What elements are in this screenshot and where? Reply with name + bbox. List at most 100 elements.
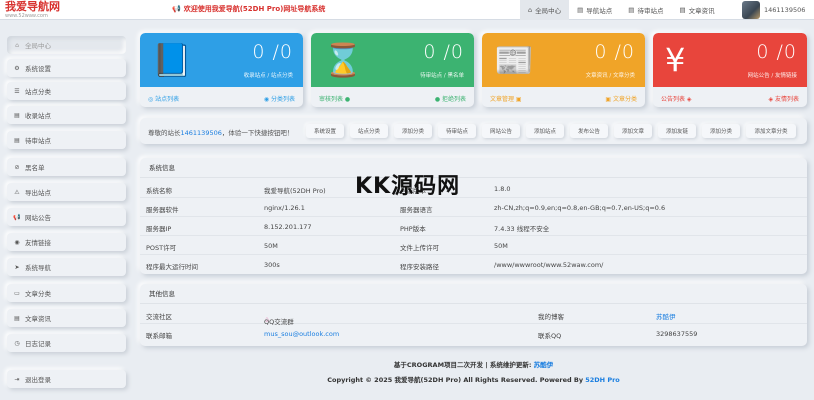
topnav-label: 导航站点 xyxy=(586,7,613,15)
stat-label: 待审站点 / 黑名单 xyxy=(420,73,464,79)
quick-button-categories[interactable]: 站点分类 xyxy=(350,124,388,138)
stat-value: 0 /0 xyxy=(423,41,464,63)
topnav-pending[interactable]: ▤ 待审站点 xyxy=(620,0,671,20)
info-value: 300s xyxy=(264,261,280,269)
info-key: 服务器软件 xyxy=(146,206,179,214)
info-key: 服务器语言 xyxy=(400,206,433,214)
quick-button-add-link[interactable]: 添加友链 xyxy=(658,124,696,138)
table-row: POST许可 50M 文件上传许可 50M xyxy=(140,237,807,255)
topnav-home[interactable]: ⌂ 全局中心 xyxy=(520,0,570,20)
sidebar-item-settings[interactable]: ⚙ 系统设置 xyxy=(7,59,126,77)
sidebar-item-categories[interactable]: ☰ 站点分类 xyxy=(7,82,126,100)
avatar xyxy=(742,1,760,19)
blog-link[interactable]: 苏酷伊 xyxy=(656,311,676,321)
logo[interactable]: 我爱导航网 www.52waw.com xyxy=(5,0,85,20)
sidebar-item-blacklist[interactable]: ⊘ 黑名单 xyxy=(7,158,126,176)
sidebar-item-articles[interactable]: ▤ 文章资讯 xyxy=(7,309,126,327)
sidebar-item-links[interactable]: ◉ 友情链接 xyxy=(7,233,126,251)
quick-button-settings[interactable]: 系统设置 xyxy=(306,124,344,138)
sidebar-item-nav[interactable]: ➤ 系统导航 xyxy=(7,258,126,276)
sidebar-item-export[interactable]: ⚠ 导出站点 xyxy=(7,183,126,201)
watermark: KK源码网 xyxy=(355,174,461,199)
doc-icon: ▤ xyxy=(14,314,20,322)
info-value: nginx/1.26.1 xyxy=(264,204,305,212)
sidebar-item-label: 收录站点 xyxy=(25,112,51,120)
stat-card-sites: 📘 0 /0 收录站点 / 站点分类 ◎ 站点列表 ◉ 分类列表 xyxy=(140,33,303,107)
table-row: 服务器软件 nginx/1.26.1 服务器语言 zh-CN,zh;q=0.9,… xyxy=(140,199,807,217)
sidebar-item-label: 文章资讯 xyxy=(25,315,51,323)
stat-link-right[interactable]: ◈ 友情列表 xyxy=(768,94,799,103)
footer: 基于CROGRAM项目二次开发 | 系统维护更新: 苏酷伊 Copyright … xyxy=(140,358,807,388)
info-key: 联系邮箱 xyxy=(146,332,172,340)
quick-button-add-category-2[interactable]: 添加分类 xyxy=(702,124,740,138)
stat-card-pending: ⌛ 0 /0 待审站点 / 黑名单 审核列表 ● ● 拒绝列表 xyxy=(311,33,474,107)
quick-button-add-category[interactable]: 添加分类 xyxy=(394,124,432,138)
stat-card-articles: 📰 0 /0 文章资讯 / 文章分类 文章管理 ▣ ▣ 文章分类 xyxy=(482,33,645,107)
sidebar-item-label: 友情链接 xyxy=(25,239,51,247)
quick-button-add-article[interactable]: 添加文章 xyxy=(614,124,652,138)
quick-actions-greeting: 尊敬的站长1461139506，体验一下快捷按钮吧！ xyxy=(148,129,294,137)
sidebar-item-logs[interactable]: ◷ 日志记录 xyxy=(7,334,126,352)
sidebar-item-label: 系统设置 xyxy=(25,65,51,73)
info-key: PHP版本 xyxy=(400,225,426,233)
nav-icon: ➤ xyxy=(14,263,20,271)
other-info-panel: 其他信息 交流社区 ♤ QQ交流群 我的博客 苏酷伊 联系邮箱 mus_sou@… xyxy=(140,284,807,346)
sidebar-item-logout[interactable]: ⇥ 退出登录 xyxy=(7,370,126,388)
email-link[interactable]: mus_sou@outlook.com xyxy=(264,330,339,338)
user-menu[interactable]: 1461139506 xyxy=(742,1,805,19)
sidebar-item-sites[interactable]: ▤ 收录站点 xyxy=(7,106,126,124)
newspaper-icon: 📰 xyxy=(494,41,534,79)
info-key: 文件上传许可 xyxy=(400,244,439,252)
home-icon: ⌂ xyxy=(528,6,533,14)
quick-button-post-announcement[interactable]: 发布公告 xyxy=(570,124,608,138)
quick-button-add-article-category[interactable]: 添加文章分类 xyxy=(746,124,796,138)
info-value: /www/wwwroot/www.52waw.com/ xyxy=(494,261,604,269)
folder-icon: ▭ xyxy=(14,289,20,297)
table-row: 交流社区 ♤ QQ交流群 我的博客 苏酷伊 xyxy=(140,306,807,326)
footer-line-1: 基于CROGRAM项目二次开发 | 系统维护更新: 苏酷伊 xyxy=(393,361,554,369)
sidebar-item-label: 日志记录 xyxy=(25,340,51,348)
sidebar-item-announcements[interactable]: 📢 网站公告 xyxy=(7,208,126,226)
info-key: 系统名称 xyxy=(146,187,172,195)
stat-link-right[interactable]: ● 拒绝列表 xyxy=(435,94,466,103)
sidebar-item-pending[interactable]: ▤ 待审站点 xyxy=(7,131,126,149)
doc-icon: ▤ xyxy=(577,6,584,14)
topnav-label: 全局中心 xyxy=(535,7,562,15)
stat-card-footer: 审核列表 ● ● 拒绝列表 xyxy=(311,89,474,107)
stat-value: 0 /0 xyxy=(252,41,293,63)
sidebar-item-article-categories[interactable]: ▭ 文章分类 xyxy=(7,284,126,302)
stat-link-left[interactable]: 审核列表 ● xyxy=(319,94,350,103)
welcome-message: 📢 欢迎使用我爱导航(52DH Pro)网址导航系统 xyxy=(172,4,325,14)
gear-icon: ⚙ xyxy=(14,64,20,72)
info-value: 8.152.201.177 xyxy=(264,223,312,231)
quick-actions-bar: 尊敬的站长1461139506，体验一下快捷按钮吧！ 系统设置 站点分类 添加分… xyxy=(140,118,807,144)
quick-button-announcements[interactable]: 网站公告 xyxy=(482,124,520,138)
stat-link-left[interactable]: 公告列表 ◈ xyxy=(661,94,692,103)
sidebar-item-label: 待审站点 xyxy=(25,137,51,145)
doc-icon: ▤ xyxy=(14,111,20,119)
sidebar-item-label: 全局中心 xyxy=(25,42,51,50)
sidebar-item-label: 站点分类 xyxy=(25,88,51,96)
hourglass-icon: ⌛ xyxy=(323,41,363,79)
footer-powered-link[interactable]: 52DH Pro xyxy=(585,376,620,384)
sidebar-item-label: 导出站点 xyxy=(25,189,51,197)
stat-link-left[interactable]: 文章管理 ▣ xyxy=(490,94,522,103)
quick-button-pending[interactable]: 待审站点 xyxy=(438,124,476,138)
sidebar-item-label: 黑名单 xyxy=(25,164,45,172)
panel-title: 系统信息 xyxy=(140,158,807,178)
topnav-articles[interactable]: ▤ 文章资讯 xyxy=(671,0,722,20)
doc-icon: ▤ xyxy=(628,6,635,14)
table-row: 服务器IP 8.152.201.177 PHP版本 7.4.33 线程不安全 xyxy=(140,218,807,236)
info-key: 程序最大运行时间 xyxy=(146,263,198,271)
sidebar-item-home[interactable]: ⌂ 全局中心 xyxy=(7,36,126,54)
logo-title: 我爱导航网 xyxy=(5,0,60,13)
book-icon: 📘 xyxy=(152,41,192,79)
topnav-sites[interactable]: ▤ 导航站点 xyxy=(569,0,620,20)
stat-link-right[interactable]: ◉ 分类列表 xyxy=(264,94,295,103)
quick-button-add-site[interactable]: 添加站点 xyxy=(526,124,564,138)
info-value: 1.8.0 xyxy=(494,185,511,193)
stat-link-left[interactable]: ◎ 站点列表 xyxy=(148,94,179,103)
stat-link-right[interactable]: ▣ 文章分类 xyxy=(605,94,637,103)
stat-card-footer: 公告列表 ◈ ◈ 友情列表 xyxy=(653,89,807,107)
footer-author-link[interactable]: 苏酷伊 xyxy=(534,361,554,369)
